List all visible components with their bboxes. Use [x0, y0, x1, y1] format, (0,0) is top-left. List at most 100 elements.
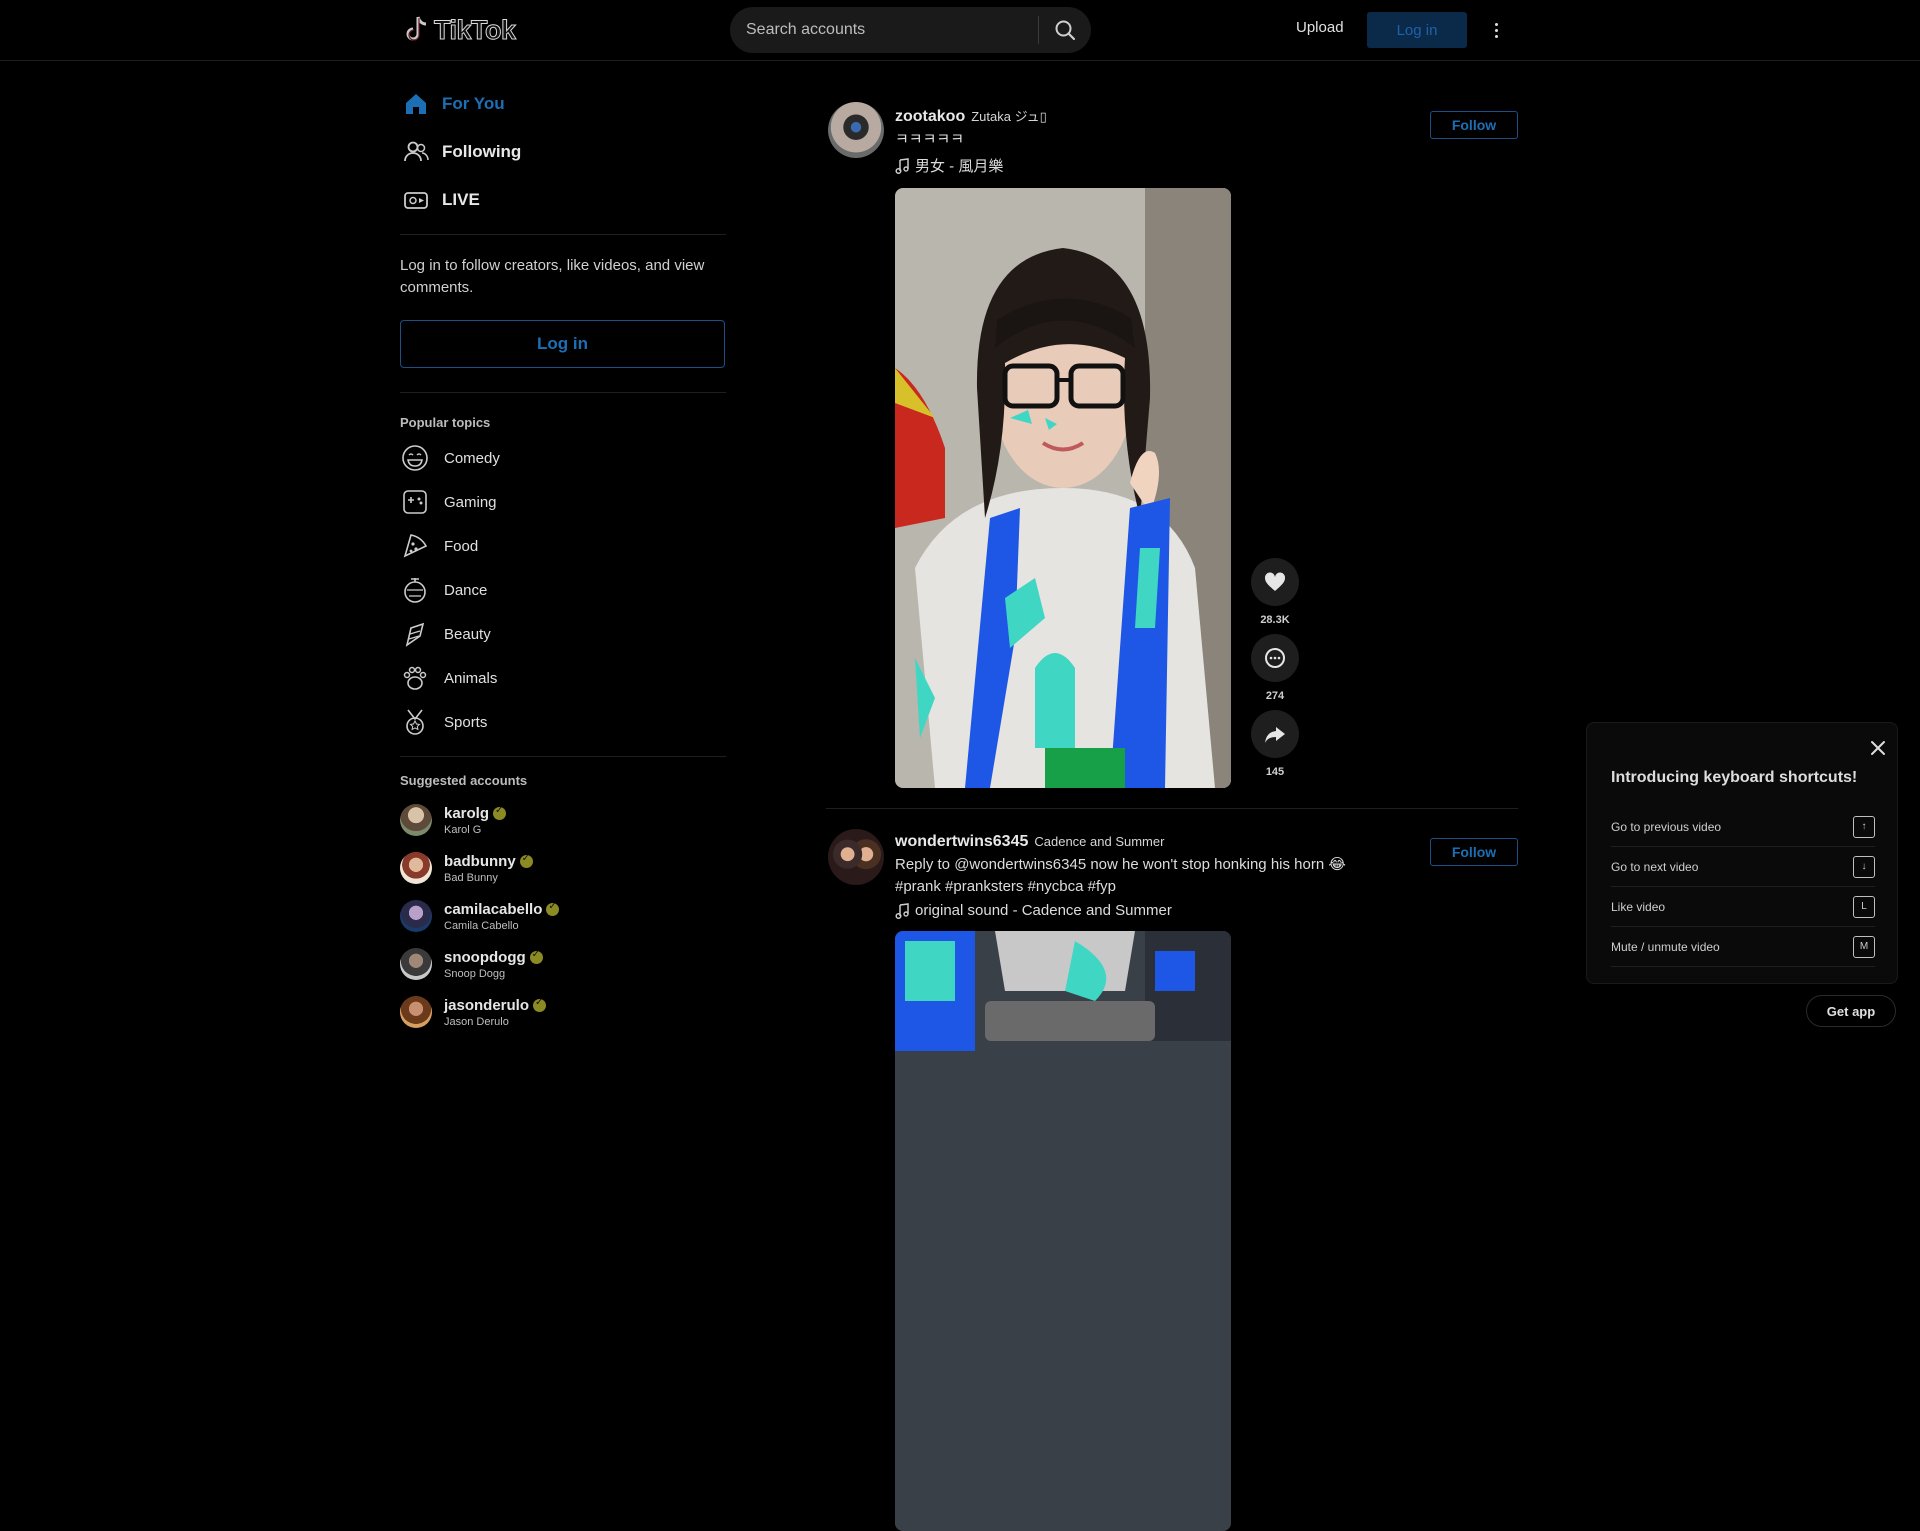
video-thumbnail: [895, 931, 1231, 1531]
topic-gaming[interactable]: Gaming: [400, 480, 726, 524]
nav-for-you[interactable]: For You: [400, 80, 726, 128]
account-handle: jasonderulo: [444, 996, 530, 1014]
account-name: Camila Cabello: [444, 919, 519, 932]
shortcut-label: Mute / unmute video: [1611, 939, 1720, 954]
follow-button[interactable]: Follow: [1430, 111, 1518, 139]
nav-label: For You: [442, 94, 505, 113]
topic-sports[interactable]: Sports: [400, 700, 726, 744]
home-icon: [402, 90, 430, 118]
sidebar-divider: [400, 392, 726, 393]
feed-post: zootakoo Zutaka ジュ▯ ㅋㅋㅋㅋㅋ 男女 - 風月樂 Follo…: [826, 100, 1518, 788]
account-handle: snoopdogg: [444, 948, 526, 966]
sidebar-divider: [400, 756, 726, 757]
topic-dance[interactable]: Dance: [400, 568, 726, 612]
shortcut-row: Go to next video ↓: [1611, 847, 1875, 887]
shortcut-label: Go to next video: [1611, 859, 1699, 874]
popular-topics-title: Popular topics: [400, 415, 491, 430]
like-count: 28.3K: [1260, 614, 1290, 626]
topic-label: Gaming: [444, 493, 497, 511]
comment-count: 274: [1265, 690, 1285, 702]
nav-live[interactable]: LIVE: [400, 176, 726, 224]
post-music[interactable]: original sound - Cadence and Summer: [895, 902, 1518, 919]
keyboard-shortcuts-panel: Introducing keyboard shortcuts! Go to pr…: [1586, 722, 1898, 984]
post-display-name: Zutaka ジュ▯: [971, 109, 1047, 124]
sports-icon: [400, 707, 430, 737]
get-app-button[interactable]: Get app: [1806, 995, 1896, 1027]
account-handle: badbunny: [444, 852, 516, 870]
post-music[interactable]: 男女 - 風月樂: [895, 155, 1518, 176]
sidebar: For You Following LIVE Log in to follow …: [400, 80, 726, 1036]
login-button[interactable]: Log in: [1367, 12, 1467, 48]
topic-label: Dance: [444, 581, 488, 599]
nav-following[interactable]: Following: [400, 128, 726, 176]
video-actions: 28.3K 274 145: [1250, 558, 1300, 786]
shortcut-row: Like video L: [1611, 887, 1875, 927]
follow-button[interactable]: Follow: [1430, 838, 1518, 866]
suggested-account[interactable]: badbunny Bad Bunny: [400, 844, 726, 892]
share-button[interactable]: [1251, 710, 1299, 758]
nav-label: LIVE: [442, 190, 480, 209]
search-bar: [730, 7, 1091, 53]
sidebar-login-button[interactable]: Log in: [400, 320, 725, 368]
close-icon[interactable]: [1869, 739, 1887, 757]
suggested-account[interactable]: camilacabello Camila Cabello: [400, 892, 726, 940]
suggested-account[interactable]: jasonderulo Jason Derulo: [400, 988, 726, 1036]
verified-badge-icon: [533, 997, 547, 1012]
upload-link[interactable]: Upload: [1296, 19, 1344, 36]
suggested-account[interactable]: snoopdogg Snoop Dogg: [400, 940, 726, 988]
video-player[interactable]: [895, 188, 1231, 788]
share-count: 145: [1265, 766, 1285, 778]
topic-label: Sports: [444, 713, 488, 731]
top-bar: TikTok Upload Log in: [0, 0, 1920, 61]
topic-comedy[interactable]: Comedy: [400, 436, 726, 480]
account-handle: camilacabello: [444, 900, 543, 918]
verified-badge-icon: [546, 901, 560, 916]
video-thumbnail: [895, 188, 1231, 788]
verified-badge-icon: [519, 853, 533, 868]
search-button[interactable]: [1039, 7, 1091, 53]
topic-food[interactable]: Food: [400, 524, 726, 568]
topic-label: Comedy: [444, 449, 500, 467]
more-menu-icon[interactable]: [1488, 16, 1504, 44]
dance-icon: [400, 575, 430, 605]
comment-button[interactable]: [1251, 634, 1299, 682]
arrow-down-key-icon: ↓: [1853, 855, 1875, 878]
comedy-icon: [400, 443, 430, 473]
shortcuts-title: Introducing keyboard shortcuts!: [1611, 769, 1858, 786]
avatar: [400, 852, 432, 884]
shortcut-row: Mute / unmute video M: [1611, 927, 1875, 967]
topic-label: Beauty: [444, 625, 491, 643]
post-avatar[interactable]: [828, 829, 884, 885]
music-title: original sound - Cadence and Summer: [915, 902, 1172, 919]
tiktok-note-icon: [406, 16, 427, 41]
beauty-icon: [400, 619, 430, 649]
account-name: Jason Derulo: [444, 1015, 509, 1028]
suggested-account[interactable]: karolg Karol G: [400, 796, 726, 844]
arrow-up-key-icon: ↑: [1853, 815, 1875, 838]
account-name: Karol G: [444, 823, 482, 836]
live-icon: [402, 186, 430, 214]
music-title: 男女 - 風月樂: [915, 158, 1004, 175]
like-button[interactable]: [1251, 558, 1299, 606]
logo-text: TikTok: [434, 14, 517, 45]
avatar: [400, 804, 432, 836]
food-icon: [400, 531, 430, 561]
music-note-icon: [895, 902, 909, 919]
comment-icon: [1265, 648, 1285, 668]
l-key-icon: L: [1853, 895, 1875, 918]
verified-badge-icon: [493, 805, 507, 820]
avatar: [400, 996, 432, 1028]
shortcut-row: Go to previous video ↑: [1611, 807, 1875, 847]
search-input[interactable]: [730, 7, 1038, 53]
account-name: Snoop Dogg: [444, 967, 506, 980]
topic-beauty[interactable]: Beauty: [400, 612, 726, 656]
video-player[interactable]: [895, 931, 1231, 1531]
tiktok-logo[interactable]: TikTok: [404, 12, 517, 48]
topic-animals[interactable]: Animals: [400, 656, 726, 700]
post-avatar[interactable]: [828, 102, 884, 158]
topic-label: Animals: [444, 669, 498, 687]
post-handle[interactable]: zootakoo: [895, 108, 965, 126]
sidebar-divider: [400, 234, 726, 235]
account-handle: karolg: [444, 804, 490, 822]
post-handle[interactable]: wondertwins6345: [895, 833, 1028, 851]
